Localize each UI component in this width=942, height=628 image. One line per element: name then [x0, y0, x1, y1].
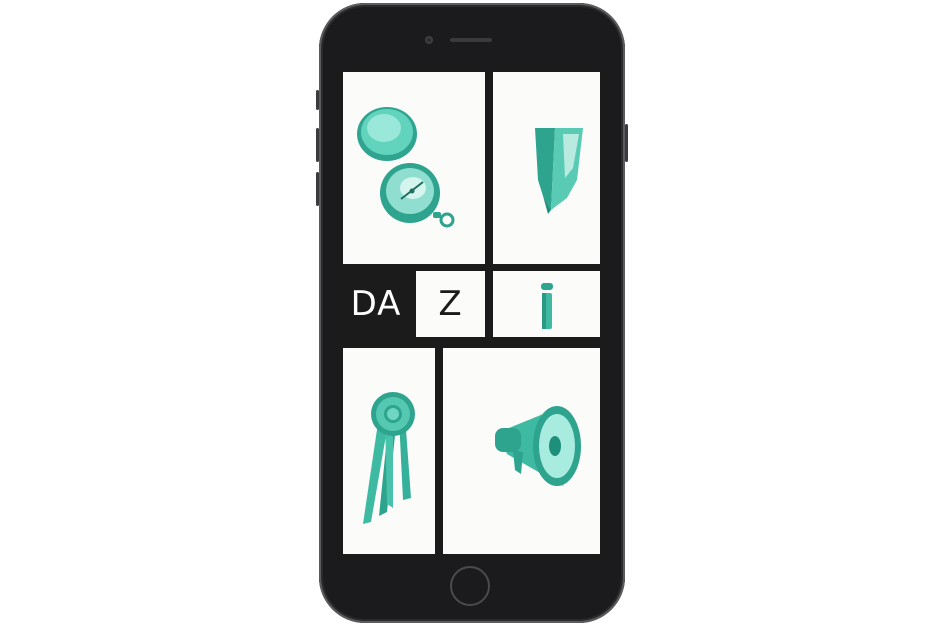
- tile-ribbon[interactable]: [343, 348, 435, 554]
- mute-switch: [316, 90, 319, 110]
- tile-compass[interactable]: [343, 72, 485, 264]
- tile-pencil[interactable]: [493, 72, 600, 264]
- volume-up-button: [316, 128, 319, 162]
- pencil-icon: [535, 128, 583, 214]
- logo-text-z: Z: [438, 284, 463, 324]
- info-icon: [541, 283, 553, 329]
- app-screen: DA Z: [336, 65, 607, 560]
- volume-down-button: [316, 172, 319, 206]
- earpiece-speaker: [450, 38, 492, 42]
- logo-text-da: DA: [350, 284, 402, 324]
- tile-info[interactable]: [493, 271, 600, 337]
- award-ribbon-icon: [363, 392, 415, 524]
- tile-megaphone[interactable]: [443, 348, 600, 554]
- megaphone-icon: [495, 406, 581, 486]
- power-button: [625, 124, 628, 162]
- logo-light-cell: Z: [416, 271, 485, 337]
- compass-icon: [357, 107, 455, 228]
- front-camera-icon: [425, 36, 433, 44]
- logo-dark-cell: DA: [336, 271, 416, 337]
- home-button[interactable]: [450, 566, 490, 606]
